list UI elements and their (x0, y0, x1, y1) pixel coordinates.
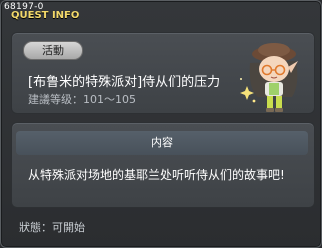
content-header: 内容 (16, 131, 308, 155)
quest-description: 从特殊派对场地的基耶兰处听听侍从们的故事吧! (28, 168, 285, 182)
quest-type-badge: 活動 (23, 41, 83, 60)
quest-content-card: 内容 从特殊派对场地的基耶兰处听听侍从们的故事吧! (11, 122, 315, 208)
quest-name: [布鲁米的特殊派对]侍从们的压力 (28, 75, 221, 90)
quest-summary-card: 活動 [布鲁米的特殊派对]侍从们的压力 建議等级：101～105 (11, 32, 315, 114)
quest-info-window: 68197-0 QUEST INFO 活動 [布鲁米的特殊派对]侍从们的压力 建… (0, 0, 322, 248)
window-title: QUEST INFO (11, 10, 80, 21)
quest-status: 狀態：可開始 (19, 221, 85, 234)
recommended-level: 建議等级：101～105 (28, 93, 136, 106)
npc-portrait-icon (240, 43, 298, 112)
